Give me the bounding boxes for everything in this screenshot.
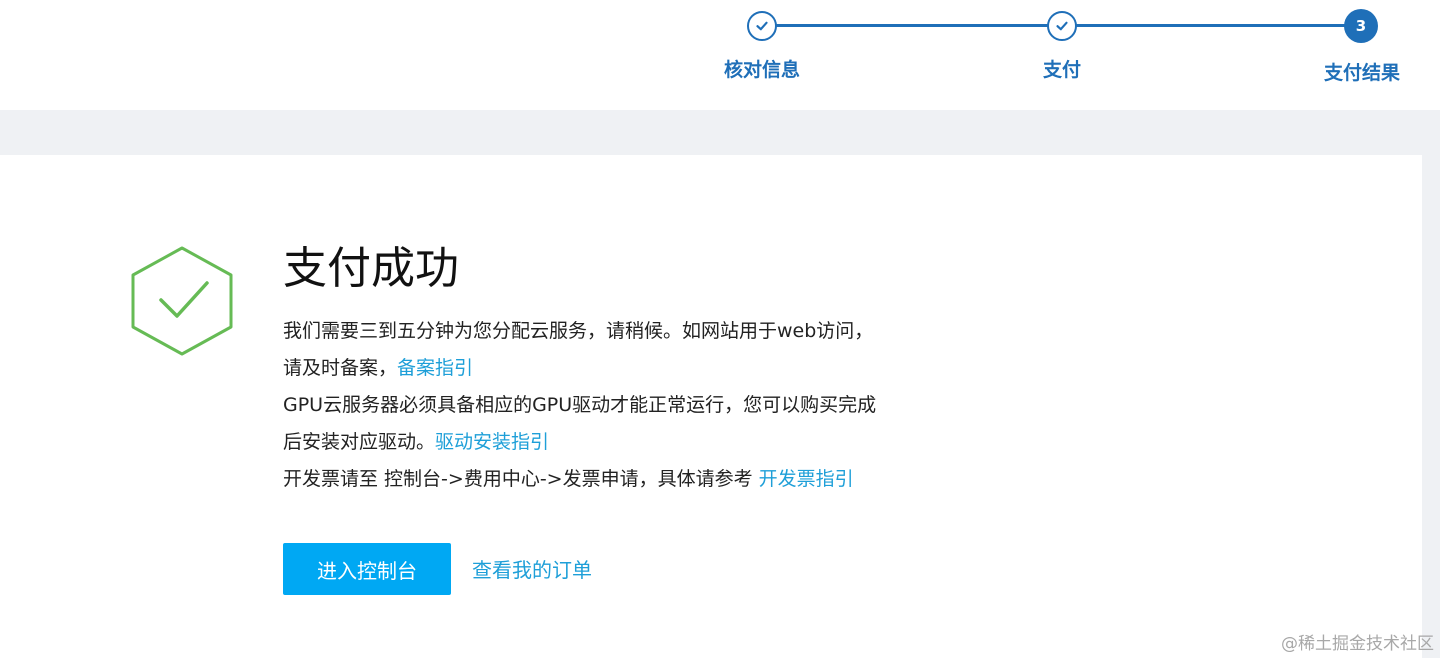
checkout-stepper: 3 核对信息 支付 支付结果 [0,0,1440,110]
payment-success-title: 支付成功 [283,243,459,294]
step-label-result: 支付结果 [1323,62,1401,84]
hexagon-check-icon [128,245,236,361]
invoice-notice: 开发票请至 控制台->费用中心->发票申请，具体请参考 开发票指引 [283,461,983,498]
step-connector [776,24,1048,27]
invoice-notice-text: 开发票请至 控制台->费用中心->发票申请，具体请参考 [283,468,759,490]
view-orders-link[interactable]: 查看我的订单 [472,554,592,583]
payment-result-card: 支付成功 我们需要三到五分钟为您分配云服务，请稍候。如网站用于web访问， 请及… [0,155,1422,658]
step-3-number: 3 [1344,9,1378,43]
filing-notice-text: 请及时备案， [283,357,398,379]
driver-install-notice-text: 后安装对应驱动。 [283,431,436,453]
step-2-check-icon [1047,11,1077,41]
result-description: 我们需要三到五分钟为您分配云服务，请稍候。如网站用于web访问， 请及时备案，备… [283,313,983,498]
driver-install-notice: 后安装对应驱动。驱动安装指引 [283,424,983,461]
provisioning-notice: 我们需要三到五分钟为您分配云服务，请稍候。如网站用于web访问， [283,320,874,342]
watermark-text: @稀土掘金技术社区 [1281,634,1434,654]
step-connector [1076,24,1346,27]
filing-notice: 请及时备案，备案指引 [283,350,983,387]
gpu-driver-notice: GPU云服务器必须具备相应的GPU驱动才能正常运行，您可以购买完成 [283,394,877,416]
driver-install-guide-link[interactable]: 驱动安装指引 [435,431,549,453]
step-label-verify: 核对信息 [723,59,801,81]
step-1-check-icon [747,11,777,41]
filing-guide-link[interactable]: 备案指引 [397,357,473,379]
step-label-pay: 支付 [1042,59,1082,81]
invoice-guide-link[interactable]: 开发票指引 [759,468,854,490]
enter-console-button[interactable]: 进入控制台 [283,543,451,595]
